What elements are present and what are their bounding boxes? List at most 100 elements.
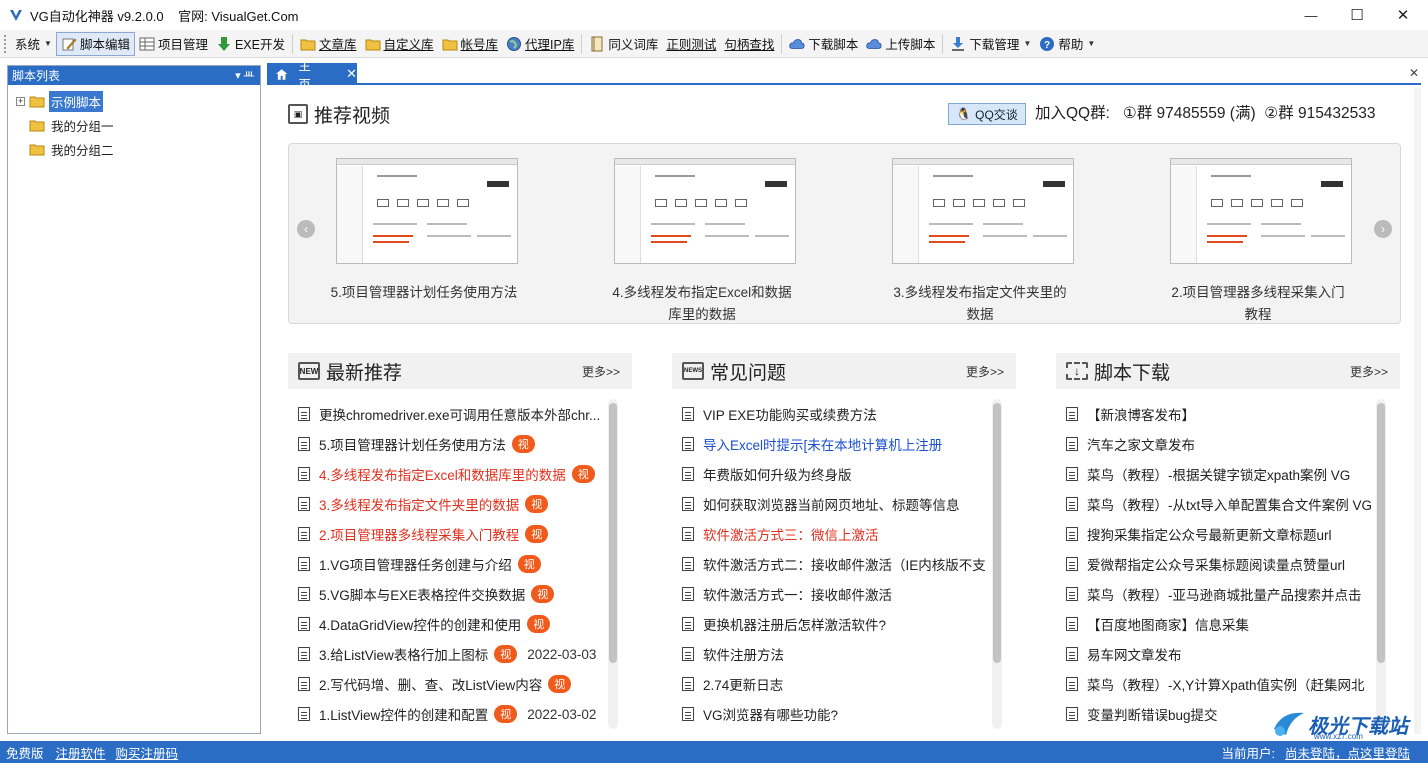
buy-code-link[interactable]: 购买注册码: [116, 743, 179, 762]
list-item[interactable]: 年费版如何升级为终身版: [682, 459, 1002, 489]
list-item[interactable]: 5.VG脚本与EXE表格控件交换数据视: [298, 579, 618, 609]
carousel-next-button[interactable]: ›: [1374, 220, 1392, 238]
account-lib-button[interactable]: 帐号库: [438, 32, 503, 56]
video-badge: 视: [527, 615, 551, 633]
toolbar-separator: [781, 33, 783, 54]
scrollbar-thumb[interactable]: [993, 403, 1001, 663]
article-lib-button[interactable]: 文章库: [296, 32, 361, 56]
list-item[interactable]: 菜鸟（教程）-根据关键字锁定xpath案例 VG: [1066, 459, 1386, 489]
menu-system[interactable]: 系统 ▼: [11, 32, 56, 56]
grid-icon: [139, 36, 155, 52]
list-item[interactable]: 1.ListView控件的创建和配置视 2022-03-02: [298, 699, 618, 729]
list-item[interactable]: 更换chromedriver.exe可调用任意版本外部chr...: [298, 399, 618, 429]
article-list: 【新浪博客发布】汽车之家文章发布菜鸟（教程）-根据关键字锁定xpath案例 VG…: [1066, 399, 1386, 729]
handle-find-button[interactable]: 句柄查找: [720, 32, 778, 56]
list-item[interactable]: 爱微帮指定公众号采集标题阅读量点赞量url: [1066, 549, 1386, 579]
folder-icon: [300, 36, 316, 52]
list-item[interactable]: 菜鸟（教程）-从txt导入单配置集合文件案例 VG: [1066, 489, 1386, 519]
document-icon: [298, 617, 310, 631]
project-manage-button[interactable]: 项目管理: [135, 32, 212, 56]
more-link[interactable]: 更多>>: [1350, 363, 1388, 380]
maximize-button[interactable]: ☐: [1334, 0, 1380, 30]
list-item[interactable]: VIP EXE功能购买或续费方法: [682, 399, 1002, 429]
minimize-button[interactable]: —: [1288, 0, 1334, 30]
upload-script-button[interactable]: 上传脚本: [862, 32, 939, 56]
document-icon: [1066, 677, 1078, 691]
list-item[interactable]: 菜鸟（教程）-亚马逊商城批量产品搜索并点击: [1066, 579, 1386, 609]
scrollbar-thumb[interactable]: [1377, 403, 1385, 663]
scrollbar-thumb[interactable]: [609, 403, 617, 663]
panel-scrollbar[interactable]: [608, 399, 618, 729]
document-icon: [682, 407, 694, 421]
list-item[interactable]: 软件注册方法: [682, 639, 1002, 669]
tab-close-icon[interactable]: ✕: [346, 66, 357, 82]
panel-scrollbar[interactable]: [992, 399, 1002, 729]
list-item[interactable]: 导入Excel时提示[未在本地计算机上注册: [682, 429, 1002, 459]
list-item-text: 2.74更新日志: [703, 678, 784, 693]
list-item[interactable]: VG浏览器有哪些功能?: [682, 699, 1002, 729]
list-item[interactable]: 菜鸟（教程）-X,Y计算Xpath值实例（赶集网北: [1066, 669, 1386, 699]
list-item[interactable]: 软件激活方式一：接收邮件激活: [682, 579, 1002, 609]
list-item[interactable]: 3.多线程发布指定文件夹里的数据视: [298, 489, 618, 519]
tree-node-label: 我的分组一: [51, 119, 114, 134]
main-scrollbar[interactable]: [1414, 88, 1421, 734]
list-item[interactable]: 4.多线程发布指定Excel和数据库里的数据视: [298, 459, 618, 489]
article-list: 更换chromedriver.exe可调用任意版本外部chr... 5.项目管理器…: [298, 399, 618, 729]
download-icon: [950, 36, 966, 52]
script-edit-label: 脚本编辑: [79, 38, 130, 52]
qq-chat-button[interactable]: 🐧 QQ交谈: [948, 103, 1026, 125]
tree-node[interactable]: 我的分组二: [16, 137, 260, 161]
list-item[interactable]: 2.项目管理器多线程采集入门教程视: [298, 519, 618, 549]
panel-scrollbar[interactable]: [1376, 399, 1386, 729]
list-item[interactable]: 4.DataGridView控件的创建和使用视: [298, 609, 618, 639]
regex-test-button[interactable]: 正则测试: [662, 32, 720, 56]
login-link[interactable]: 尚未登陆，点这里登陆: [1285, 743, 1410, 762]
tree-node[interactable]: 我的分组一: [16, 113, 260, 137]
list-item[interactable]: 【新浪博客发布】: [1066, 399, 1386, 429]
latest-recommend-panel: NEW 最新推荐 更多>> 更换chromedriver.exe可调用任意版本外…: [288, 353, 632, 734]
list-item[interactable]: 软件激活方式三：微信上激活: [682, 519, 1002, 549]
chevron-down-icon: ▼: [1087, 39, 1096, 48]
list-item[interactable]: 2.写代码增、删、查、改ListView内容视: [298, 669, 618, 699]
list-item-text: 如何获取浏览器当前网页地址、标题等信息: [703, 498, 960, 513]
list-item-text: 菜鸟（教程）-从txt导入单配置集合文件案例 VG: [1087, 498, 1373, 513]
document-icon: [298, 647, 310, 661]
proxy-ip-lib-button[interactable]: 代理IP库: [502, 32, 578, 56]
register-link[interactable]: 注册软件: [56, 743, 106, 762]
tab-home[interactable]: 主页 ✕: [267, 59, 357, 92]
list-item[interactable]: 【百度地图商家】信息采集: [1066, 609, 1386, 639]
list-item[interactable]: 5.项目管理器计划任务使用方法视: [298, 429, 618, 459]
pin-icon[interactable]: ▾ ᚈ: [235, 69, 254, 82]
tree-node[interactable]: + 示例脚本: [16, 89, 260, 113]
list-item[interactable]: 搜狗采集指定公众号最新更新文章标题url: [1066, 519, 1386, 549]
help-menu[interactable]: ? 帮助 ▼: [1035, 32, 1099, 56]
toolbar-grip[interactable]: [4, 34, 7, 53]
list-item[interactable]: 2.74更新日志: [682, 669, 1002, 699]
folder-icon: [29, 120, 45, 132]
list-item[interactable]: 1.VG项目管理器任务创建与介绍视: [298, 549, 618, 579]
list-item[interactable]: 汽车之家文章发布: [1066, 429, 1386, 459]
synonym-lib-button[interactable]: 同义词库: [585, 32, 662, 56]
list-item[interactable]: 3.给ListView表格行加上图标视 2022-03-03: [298, 639, 618, 669]
list-item[interactable]: 易车网文章发布: [1066, 639, 1386, 669]
news-icon: NEWS: [682, 362, 704, 380]
close-all-tabs-icon[interactable]: ✕: [1407, 66, 1421, 80]
video-badge: 视: [511, 435, 535, 453]
script-edit-button[interactable]: 脚本编辑: [55, 31, 135, 56]
script-list-header: 脚本列表 ▾ ᚈ: [8, 66, 260, 85]
exe-dev-button[interactable]: EXE开发: [212, 32, 289, 56]
expand-icon[interactable]: +: [16, 96, 25, 106]
list-item[interactable]: 如何获取浏览器当前网页地址、标题等信息: [682, 489, 1002, 519]
more-link[interactable]: 更多>>: [966, 363, 1004, 380]
carousel-prev-button[interactable]: ‹: [297, 220, 315, 238]
list-item[interactable]: 更换机器注册后怎样激活软件?: [682, 609, 1002, 639]
download-script-button[interactable]: 下载脚本: [785, 32, 862, 56]
script-download-panel: ↓ 脚本下载 更多>> 【新浪博客发布】 汽车之家文章发布 菜鸟（教程）-根据关键字…: [1056, 353, 1400, 734]
custom-lib-button[interactable]: 自定义库: [361, 32, 438, 56]
list-item[interactable]: 软件激活方式二：接收邮件激活（IE内核版不支: [682, 549, 1002, 579]
list-item-text: 3.多线程发布指定文件夹里的数据: [319, 498, 520, 513]
list-item-text: 汽车之家文章发布: [1087, 438, 1195, 453]
close-window-button[interactable]: ✕: [1380, 0, 1426, 30]
more-link[interactable]: 更多>>: [582, 363, 620, 380]
download-manage-menu[interactable]: 下载管理 ▼: [946, 32, 1035, 56]
